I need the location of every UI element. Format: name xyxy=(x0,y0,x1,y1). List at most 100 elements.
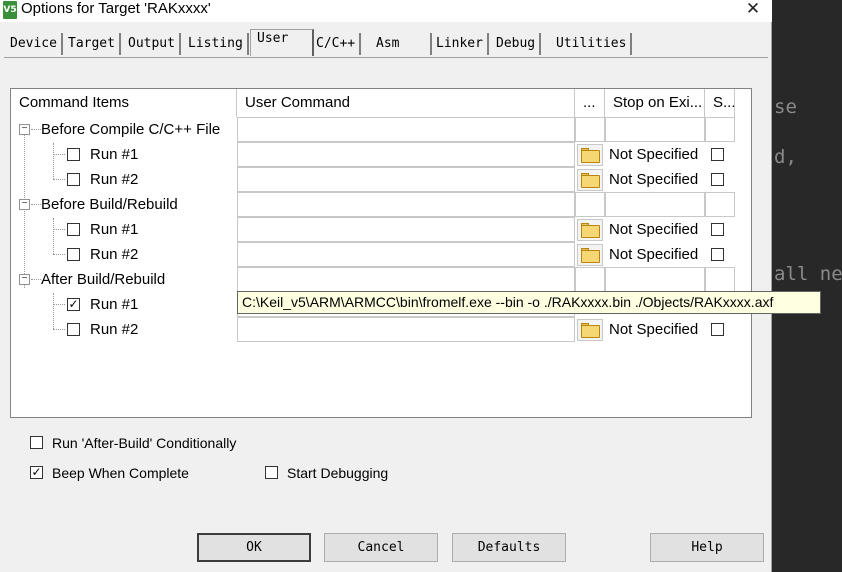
run-checkbox[interactable] xyxy=(67,148,80,161)
header-command-items[interactable]: Command Items xyxy=(11,89,237,117)
browse-cell xyxy=(575,267,605,292)
table-row: Run #1 Not Specified xyxy=(11,217,753,242)
run-label: Run #2 xyxy=(90,171,139,188)
header-browse[interactable]: ... xyxy=(575,89,605,117)
table-row: Run #1 Not Specified xyxy=(11,142,753,167)
tab-target[interactable]: Target xyxy=(64,33,121,55)
start-debugging-label: Start Debugging xyxy=(287,465,389,481)
header-user-command[interactable]: User Command xyxy=(237,89,575,117)
command-tooltip: C:\Keil_v5\ARM\ARMCC\bin\fromelf.exe --b… xyxy=(237,291,821,314)
user-command-cell[interactable] xyxy=(237,117,575,142)
title-bar: V5 Options for Target 'RAKxxxx' ✕ xyxy=(0,0,772,22)
group-label: Before Build/Rebuild xyxy=(41,196,178,213)
s-cell xyxy=(705,117,735,142)
run-after-build-conditionally-checkbox[interactable] xyxy=(30,436,43,449)
browse-folder-button[interactable] xyxy=(577,144,603,166)
user-command-input[interactable] xyxy=(237,217,575,242)
stop-cell xyxy=(605,192,705,217)
tab-asm[interactable]: Asm xyxy=(372,33,432,55)
s-checkbox[interactable] xyxy=(711,173,724,186)
tree-line xyxy=(31,279,41,280)
s-checkbox[interactable] xyxy=(711,148,724,161)
user-command-input[interactable] xyxy=(237,242,575,267)
stop-on-exit-value[interactable]: Not Specified xyxy=(609,317,698,342)
tree-group-row: − After Build/Rebuild xyxy=(11,267,753,292)
browse-folder-button[interactable] xyxy=(577,219,603,241)
run-label: Run #1 xyxy=(90,146,139,163)
group-label: Before Compile C/C++ File xyxy=(41,121,221,138)
beep-when-complete-label: Beep When Complete xyxy=(52,465,189,481)
ok-button[interactable]: OK xyxy=(197,533,311,562)
tree-line xyxy=(53,229,65,230)
s-cell xyxy=(705,192,735,217)
close-button[interactable]: ✕ xyxy=(740,0,766,20)
beep-when-complete-checkbox[interactable]: ✓ xyxy=(30,466,43,479)
stop-cell xyxy=(605,117,705,142)
table-row: Run #2 Not Specified xyxy=(11,167,753,192)
tree-group-row: − Before Build/Rebuild xyxy=(11,192,753,217)
defaults-button[interactable]: Defaults xyxy=(452,533,566,562)
stop-cell xyxy=(605,267,705,292)
tab-debug[interactable]: Debug xyxy=(492,33,542,55)
editor-line: d, xyxy=(774,146,797,168)
collapse-toggle[interactable]: − xyxy=(19,199,30,210)
stop-on-exit-value[interactable]: Not Specified xyxy=(609,142,698,167)
folder-icon xyxy=(581,150,600,163)
s-cell xyxy=(705,267,735,292)
user-command-input[interactable] xyxy=(237,317,575,342)
browse-folder-button[interactable] xyxy=(577,169,603,191)
s-checkbox[interactable] xyxy=(711,248,724,261)
tree-line xyxy=(53,254,65,255)
stop-on-exit-value[interactable]: Not Specified xyxy=(609,242,698,267)
run-checkbox[interactable] xyxy=(67,248,80,261)
header-stop-on-exit[interactable]: Stop on Exi... xyxy=(605,89,705,117)
user-command-cell[interactable] xyxy=(237,192,575,217)
run-label: Run #2 xyxy=(90,246,139,263)
tab-divider xyxy=(4,57,768,58)
tab-output[interactable]: Output xyxy=(124,33,181,55)
tree-line xyxy=(53,154,65,155)
run-checkbox[interactable] xyxy=(67,223,80,236)
run-label: Run #1 xyxy=(90,221,139,238)
stop-on-exit-value[interactable]: Not Specified xyxy=(609,217,698,242)
editor-line: se xyxy=(774,96,797,118)
background-editor: se d, all ne xyxy=(772,0,842,572)
run-label: Run #2 xyxy=(90,321,139,338)
editor-line: all ne xyxy=(774,263,842,285)
run-checkbox[interactable] xyxy=(67,323,80,336)
browse-cell xyxy=(575,117,605,142)
header-s[interactable]: S... xyxy=(705,89,735,117)
collapse-toggle[interactable]: − xyxy=(19,274,30,285)
tree-line xyxy=(31,129,41,130)
group-label: After Build/Rebuild xyxy=(41,271,166,288)
window-title: Options for Target 'RAKxxxx' xyxy=(21,0,211,17)
tree-line xyxy=(53,304,65,305)
start-debugging-checkbox[interactable] xyxy=(265,466,278,479)
s-checkbox[interactable] xyxy=(711,223,724,236)
tab-c-cpp[interactable]: C/C++ xyxy=(312,33,362,55)
user-command-cell[interactable] xyxy=(237,267,575,292)
browse-folder-button[interactable] xyxy=(577,244,603,266)
browse-folder-button[interactable] xyxy=(577,319,603,341)
tab-device[interactable]: Device xyxy=(6,33,63,55)
help-button[interactable]: Help xyxy=(650,533,764,562)
tree-line xyxy=(53,329,65,330)
tab-linker[interactable]: Linker xyxy=(432,33,489,55)
s-checkbox[interactable] xyxy=(711,323,724,336)
cancel-button[interactable]: Cancel xyxy=(324,533,438,562)
keil-app-icon: V5 xyxy=(3,1,17,19)
table-row: Run #2 Not Specified xyxy=(11,317,753,342)
run-checkbox-checked[interactable]: ✓ xyxy=(67,298,80,311)
tab-listing[interactable]: Listing xyxy=(184,33,249,55)
run-checkbox[interactable] xyxy=(67,173,80,186)
collapse-toggle[interactable]: − xyxy=(19,124,30,135)
tree-line xyxy=(31,204,41,205)
options-dialog: V5 Options for Target 'RAKxxxx' ✕ Device… xyxy=(0,0,772,572)
tab-utilities[interactable]: Utilities xyxy=(552,33,633,55)
tab-user[interactable]: User xyxy=(250,29,314,56)
tree-group-row: − Before Compile C/C++ File xyxy=(11,117,753,142)
user-command-input[interactable] xyxy=(237,167,575,192)
user-command-input[interactable] xyxy=(237,142,575,167)
stop-on-exit-value[interactable]: Not Specified xyxy=(609,167,698,192)
folder-icon xyxy=(581,175,600,188)
